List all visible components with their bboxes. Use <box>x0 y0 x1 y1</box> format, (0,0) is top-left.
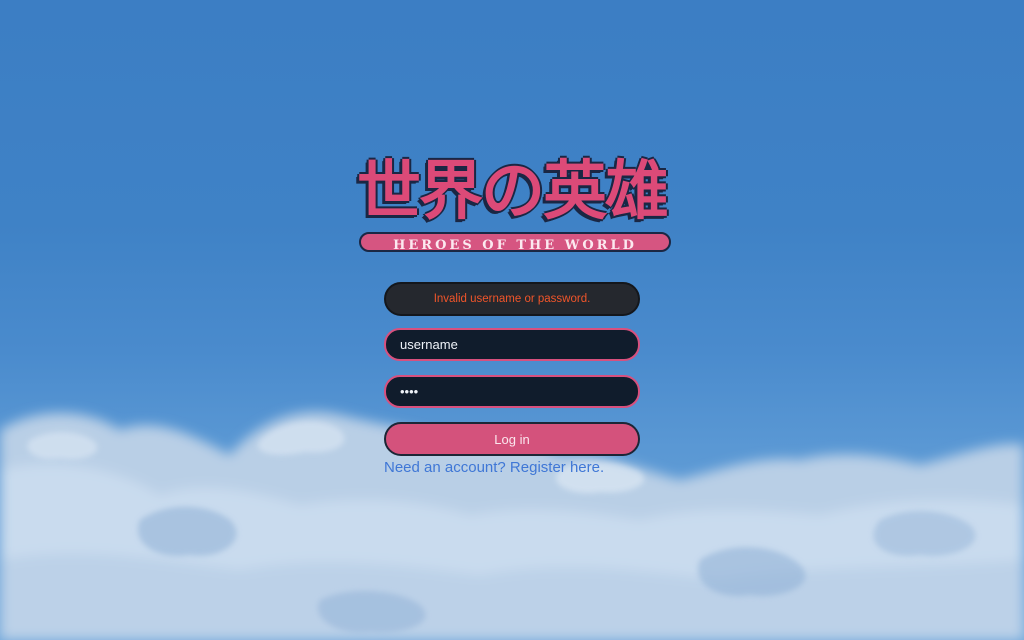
game-logo: 世界の英雄 HEROES OF THE WORLD <box>340 152 684 262</box>
login-button[interactable]: Log in <box>384 422 640 456</box>
username-input[interactable] <box>384 328 640 361</box>
logo-subtitle-banner: HEROES OF THE WORLD <box>359 232 671 253</box>
password-input[interactable] <box>384 375 640 408</box>
error-message: Invalid username or password. <box>384 282 640 316</box>
cloud-background <box>0 411 1024 640</box>
register-link[interactable]: Need an account? Register here. <box>384 459 604 476</box>
logo-subtitle: HEROES OF THE WORLD <box>393 238 637 253</box>
logo-kanji-title: 世界の英雄 <box>357 155 669 229</box>
